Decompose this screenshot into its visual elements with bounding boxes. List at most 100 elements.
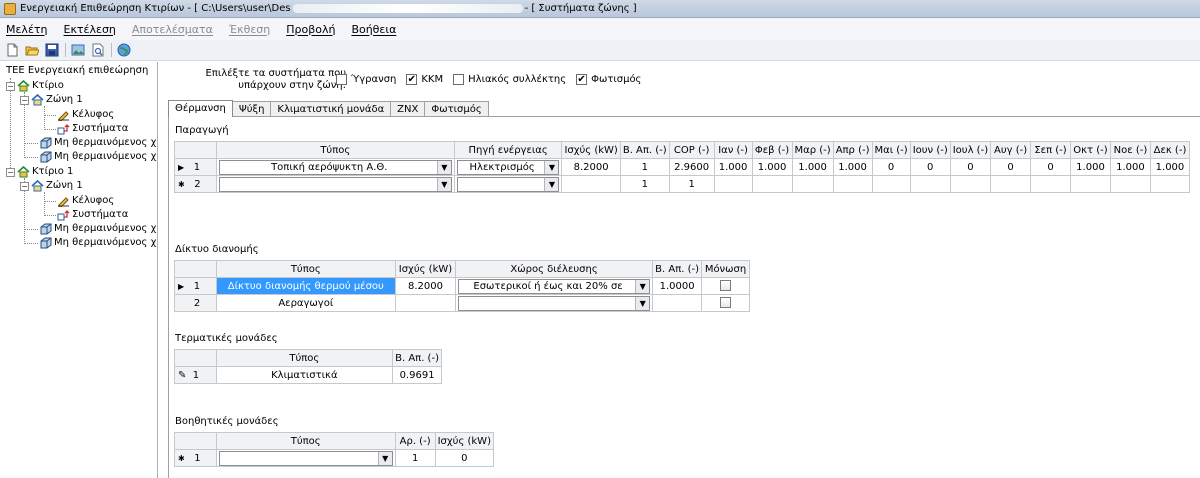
save-icon[interactable]	[44, 42, 60, 58]
month-cell[interactable]: 0	[1030, 158, 1071, 176]
space-combo-cell[interactable]: Εσωτερικοί ή έως και 20% σε ▼	[454, 277, 654, 295]
dropdown-arrow-icon[interactable]: ▼	[544, 177, 559, 191]
month-cell[interactable]	[990, 175, 1032, 193]
col-header-dec[interactable]: Δεκ (-)	[1149, 141, 1191, 159]
dropdown-arrow-icon[interactable]: ▼	[635, 296, 650, 310]
col-header-b[interactable]: Β. Απ. (-)	[619, 141, 670, 159]
count-cell[interactable]: 1	[394, 449, 436, 467]
open-folder-icon[interactable]	[24, 42, 40, 58]
source-combo[interactable]: Ηλεκτρισμός ▼	[456, 159, 560, 175]
dropdown-arrow-icon[interactable]: ▼	[436, 160, 451, 174]
menu-meleti[interactable]: Μελέτη	[6, 23, 48, 36]
collapse-icon[interactable]: −	[6, 167, 15, 177]
b-cell[interactable]: 1	[619, 175, 670, 193]
col-header-nov[interactable]: Νοε (-)	[1109, 141, 1151, 159]
menu-apotelesmata[interactable]: Αποτελέσματα	[132, 23, 213, 36]
col-header-jun[interactable]: Ιουν (-)	[909, 141, 951, 159]
power-cell[interactable]	[395, 294, 456, 312]
col-header-aug[interactable]: Αυγ (-)	[990, 141, 1032, 159]
month-cell[interactable]: 0	[909, 158, 951, 176]
tree-unheated-space[interactable]: Μη θερμαινόμενος χώ	[39, 222, 157, 236]
col-header-sep[interactable]: Σεπ (-)	[1030, 141, 1071, 159]
tree-building[interactable]: − Κτίριο 1	[6, 165, 73, 179]
row-header[interactable]: ▶ 1	[174, 277, 217, 295]
month-cell[interactable]	[1109, 175, 1151, 193]
b-cell[interactable]: 0.9691	[392, 366, 442, 384]
b-cell[interactable]: 1.0000	[652, 277, 703, 295]
cop-cell[interactable]: 2.9600	[668, 158, 715, 176]
power-cell[interactable]	[561, 175, 621, 193]
tree-root[interactable]: ΤΕΕ Ενεργειακή επιθεώρηση	[4, 64, 148, 78]
col-header-power[interactable]: Ισχύς (kW)	[395, 260, 456, 278]
month-cell[interactable]	[1149, 175, 1191, 193]
col-header-b[interactable]: Β. Απ. (-)	[392, 349, 442, 367]
power-cell[interactable]: 0	[434, 449, 495, 467]
tab-dhw[interactable]: ΖΝΧ	[390, 101, 426, 117]
month-cell[interactable]	[832, 175, 873, 193]
dropdown-arrow-icon[interactable]: ▼	[377, 451, 392, 465]
space-combo[interactable]: ▼	[457, 295, 651, 311]
source-combo-cell[interactable]: ▼	[453, 175, 563, 193]
space-combo-cell[interactable]: ▼	[454, 294, 654, 312]
month-cell[interactable]: 0	[871, 158, 911, 176]
type-cell[interactable]: Κλιματιστικά	[215, 366, 394, 384]
col-header-passage-space[interactable]: Χώρος διέλευσης	[454, 260, 654, 278]
insulation-checkbox[interactable]	[720, 280, 731, 292]
menu-provoli[interactable]: Προβολή	[286, 23, 335, 36]
tree-unheated-space[interactable]: Μη θερμαινόμενος χώ	[39, 150, 157, 164]
insulation-checkbox-cell[interactable]	[701, 294, 750, 312]
month-cell[interactable]: 1.000	[1109, 158, 1151, 176]
col-header-type[interactable]: Τύπος	[215, 349, 394, 367]
month-cell[interactable]: 1.000	[1070, 158, 1111, 176]
tree-unheated-space[interactable]: Μη θερμαινόμενος χώ	[39, 136, 157, 150]
tree-unheated-space[interactable]: Μη θερμαινόμενος χώ	[39, 236, 157, 250]
tree-zone[interactable]: − Ζώνη 1	[20, 93, 83, 107]
row-header[interactable]: ▶ 1	[174, 158, 217, 176]
row-header[interactable]: ✱ 2	[174, 175, 217, 193]
source-combo[interactable]: ▼	[456, 176, 560, 192]
month-cell[interactable]	[909, 175, 951, 193]
month-cell[interactable]	[1070, 175, 1111, 193]
image-icon[interactable]	[70, 42, 86, 58]
type-combo[interactable]: Τοπική αερόψυκτη Α.Θ. ▼	[218, 159, 452, 175]
col-header-type[interactable]: Τύπος	[215, 432, 396, 450]
collapse-icon[interactable]: −	[6, 81, 15, 91]
col-header-b[interactable]: Β. Απ. (-)	[652, 260, 703, 278]
month-cell[interactable]: 1.000	[832, 158, 873, 176]
menu-ekthesi[interactable]: Έκθεση	[229, 23, 270, 36]
type-cell[interactable]: Αεραγωγοί	[215, 294, 397, 312]
month-cell[interactable]: 1.000	[751, 158, 793, 176]
month-cell[interactable]: 1.000	[1149, 158, 1191, 176]
month-cell[interactable]	[713, 175, 753, 193]
globe-icon[interactable]	[116, 42, 132, 58]
col-header-count[interactable]: Αρ. (-)	[394, 432, 436, 450]
col-header-feb[interactable]: Φεβ (-)	[751, 141, 793, 159]
dropdown-arrow-icon[interactable]: ▼	[635, 279, 650, 293]
month-cell[interactable]: 0	[990, 158, 1032, 176]
insulation-checkbox[interactable]	[720, 297, 731, 309]
insulation-checkbox-cell[interactable]	[701, 277, 750, 295]
tree-building[interactable]: − Κτίριο	[6, 79, 64, 93]
print-preview-icon[interactable]	[90, 42, 106, 58]
humidification-checkbox[interactable]: Ύγρανση	[336, 74, 396, 85]
col-header-apr[interactable]: Απρ (-)	[832, 141, 873, 159]
type-cell-selected[interactable]: Δίκτυο διανομής θερμού μέσου	[215, 277, 397, 295]
col-header-type[interactable]: Τύπος	[215, 260, 397, 278]
type-combo[interactable]: ▼	[218, 450, 393, 466]
space-combo[interactable]: Εσωτερικοί ή έως και 20% σε ▼	[457, 278, 651, 294]
col-header-insulation[interactable]: Μόνωση	[701, 260, 750, 278]
tree-systems[interactable]: Συστήματα	[57, 208, 128, 222]
col-header-cop[interactable]: COP (-)	[668, 141, 715, 159]
month-cell[interactable]: 0	[949, 158, 992, 176]
month-cell[interactable]	[1030, 175, 1071, 193]
collapse-icon[interactable]: −	[20, 95, 29, 105]
month-cell[interactable]	[949, 175, 992, 193]
tree-shell[interactable]: Κέλυφος	[57, 108, 114, 122]
source-combo-cell[interactable]: Ηλεκτρισμός ▼	[453, 158, 563, 176]
col-header-jul[interactable]: Ιουλ (-)	[949, 141, 992, 159]
lighting-checkbox[interactable]: ✔ Φωτισμός	[576, 74, 641, 85]
dropdown-arrow-icon[interactable]: ▼	[544, 160, 559, 174]
row-header[interactable]: ✎ 1	[174, 366, 217, 384]
new-file-icon[interactable]	[4, 42, 20, 58]
tab-cooling[interactable]: Ψύξη	[231, 101, 272, 117]
